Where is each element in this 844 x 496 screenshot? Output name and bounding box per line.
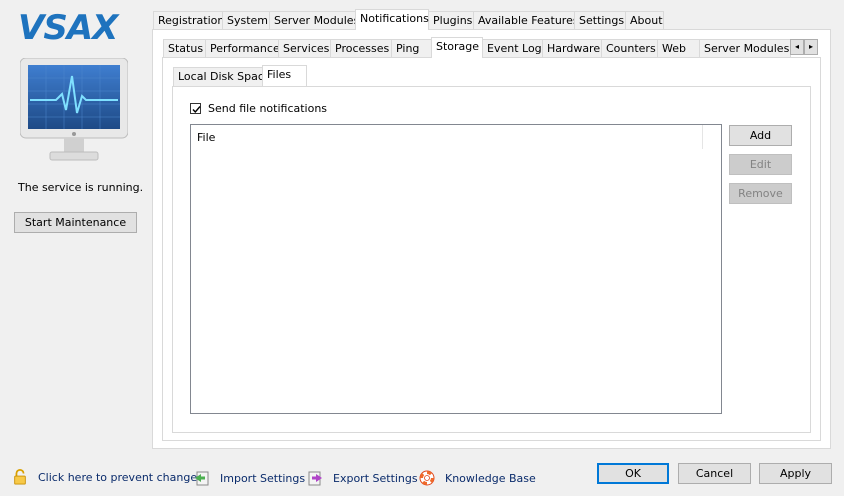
tab-scroll-right-icon[interactable]: ▸ bbox=[804, 39, 818, 55]
tab-files[interactable]: Files bbox=[262, 65, 307, 86]
column-header-filler bbox=[703, 125, 720, 149]
storage-tab-bar: Local Disk Space Files bbox=[173, 65, 307, 86]
lifebuoy-icon bbox=[419, 470, 435, 486]
sub-tab-bar: Status Performance Services Processes Pi… bbox=[163, 37, 791, 58]
svg-text:VSAX: VSAX bbox=[18, 8, 120, 44]
tab-scroll-buttons: ◂ ▸ bbox=[790, 39, 818, 55]
cancel-button[interactable]: Cancel bbox=[678, 463, 751, 484]
files-list[interactable]: File bbox=[190, 124, 722, 414]
column-header-file[interactable]: File bbox=[191, 125, 703, 149]
tab-available-features[interactable]: Available Features bbox=[473, 11, 579, 30]
add-button[interactable]: Add bbox=[729, 125, 792, 146]
prevent-changes-link[interactable]: Click here to prevent changes bbox=[12, 469, 203, 485]
send-file-notifications-label: Send file notifications bbox=[208, 102, 328, 115]
remove-button[interactable]: Remove bbox=[729, 183, 792, 204]
tab-registration[interactable]: Registration bbox=[153, 11, 224, 30]
tab-storage[interactable]: Storage bbox=[431, 37, 483, 58]
main-tab-bar: Registration System Server Modules Notif… bbox=[153, 9, 664, 30]
export-settings-link[interactable]: Export Settings bbox=[307, 470, 418, 486]
vsax-logo-icon: VSAX bbox=[18, 8, 121, 48]
tab-services[interactable]: Services bbox=[278, 39, 331, 58]
tab-system[interactable]: System bbox=[222, 11, 270, 30]
tab-plugins[interactable]: Plugins bbox=[428, 11, 474, 30]
ok-button[interactable]: OK bbox=[597, 463, 669, 484]
edit-button[interactable]: Edit bbox=[729, 154, 792, 175]
tab-event-log[interactable]: Event Log bbox=[482, 39, 543, 58]
checkmark-icon bbox=[192, 106, 201, 114]
import-settings-link[interactable]: Import Settings bbox=[194, 470, 305, 486]
tab-server-modules-sub[interactable]: Server Modules bbox=[699, 39, 791, 58]
tab-scroll-left-icon[interactable]: ◂ bbox=[790, 39, 804, 55]
lock-icon bbox=[14, 469, 26, 485]
start-maintenance-button[interactable]: Start Maintenance bbox=[14, 212, 137, 233]
knowledge-base-link[interactable]: Knowledge Base bbox=[419, 470, 536, 486]
tab-server-modules[interactable]: Server Modules bbox=[269, 11, 359, 30]
tab-local-disk-space[interactable]: Local Disk Space bbox=[173, 67, 271, 86]
tab-notifications[interactable]: Notifications bbox=[355, 9, 429, 30]
apply-button[interactable]: Apply bbox=[759, 463, 832, 484]
tab-web[interactable]: Web bbox=[657, 39, 700, 58]
service-status-text: The service is running. bbox=[18, 181, 144, 194]
import-icon bbox=[195, 471, 209, 486]
vsax-logo: VSAX bbox=[16, 8, 128, 48]
tab-counters[interactable]: Counters bbox=[601, 39, 658, 58]
tab-processes[interactable]: Processes bbox=[330, 39, 392, 58]
tab-performance[interactable]: Performance bbox=[205, 39, 280, 58]
send-file-notifications-checkbox[interactable] bbox=[190, 103, 201, 114]
tab-hardware[interactable]: Hardware bbox=[542, 39, 602, 58]
export-icon bbox=[308, 471, 322, 486]
heartbeat-monitor-icon bbox=[19, 57, 129, 168]
tab-ping[interactable]: Ping bbox=[391, 39, 432, 58]
tab-about[interactable]: About bbox=[625, 11, 664, 30]
tab-status[interactable]: Status bbox=[163, 39, 206, 58]
tab-settings[interactable]: Settings bbox=[574, 11, 626, 30]
